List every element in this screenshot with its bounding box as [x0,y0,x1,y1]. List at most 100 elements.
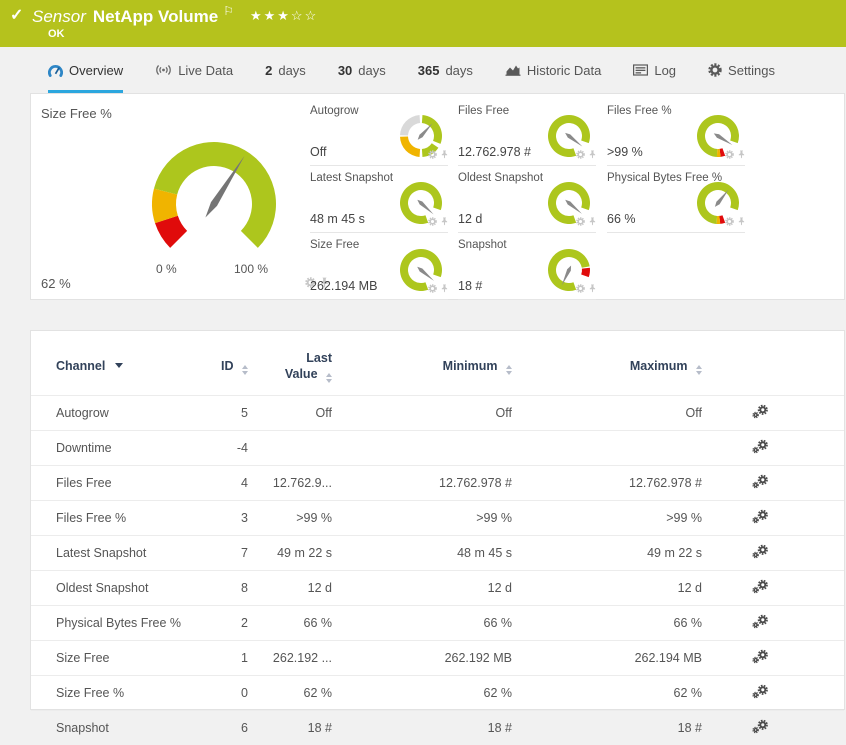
channel-last-value: 12 d [248,569,332,606]
channel-row-files-free[interactable]: Files Free 4 12.762.9... 12.762.978 #12.762… [31,464,844,501]
channel-name[interactable]: Files Free % [31,499,196,536]
channel-maximum: 12 d [512,569,702,606]
pin-icon[interactable] [441,146,448,164]
gauge-label: Files Free % [607,105,672,117]
sort-icon[interactable] [506,364,512,375]
tab-bar: Overview Live Data 2 days 30 days 365 days Histo… [0,47,846,93]
pin-icon[interactable] [738,146,745,164]
gauge-label: Oldest Snapshot [458,172,544,184]
channel-name[interactable]: Size Free % [31,674,196,711]
tab-historic-data[interactable]: Historic Data [505,47,601,93]
channel-settings-icon[interactable] [752,509,769,524]
channel-row-files-free[interactable]: Files Free % 3 >99 % >99 % >99 % [31,499,844,536]
tab-30-days[interactable]: 30 days [338,47,386,93]
column-header-id[interactable]: ID [196,345,248,395]
channel-name[interactable]: Snapshot [31,709,196,745]
gauge-needle [714,189,729,207]
tab-2-days[interactable]: 2 days [265,47,306,93]
pin-icon[interactable] [441,280,448,298]
column-header-minimum[interactable]: Minimum [332,345,512,395]
star-rating[interactable]: ★★★☆☆ [250,8,318,23]
gauge-value: 18 # [458,279,483,293]
channel-minimum: 262.192 MB [332,639,512,676]
pin-icon[interactable] [589,280,596,298]
gauge-label: Snapshot [458,239,507,251]
channel-row-size-free[interactable]: Size Free % 0 62 % 62 % 62 % [31,674,844,711]
channel-name[interactable]: Oldest Snapshot [31,569,196,606]
settings-gear-icon[interactable] [428,146,437,164]
channel-id: 6 [196,709,248,745]
channel-settings-icon[interactable] [752,649,769,664]
gauge-tile-size-free[interactable]: Size Free 262.194 MB [310,239,448,300]
channel-settings-icon[interactable] [752,404,769,419]
channel-minimum: 66 % [332,604,512,641]
gauge-tile-latest-snapshot[interactable]: Latest Snapshot 48 m 45 s [310,172,448,233]
tab-live-data[interactable]: Live Data [155,47,233,93]
channel-name[interactable]: Downtime [31,429,196,466]
pin-icon[interactable] [441,213,448,231]
channel-last-value: 262.192 ... [248,639,332,676]
channel-maximum: 66 % [512,604,702,641]
tab-settings[interactable]: Settings [708,47,775,93]
settings-gear-icon[interactable] [576,280,585,298]
channel-settings-icon[interactable] [752,544,769,559]
channel-row-size-free[interactable]: Size Free 1 262.192 ... 262.192 MB 262.194 M… [31,639,844,676]
sensor-title: NetApp Volume [92,7,219,26]
channel-minimum: 12 d [332,569,512,606]
main-gauge-section: Size Free % 0 % 100 % 62 % [31,94,328,299]
tab-log[interactable]: Log [633,47,676,93]
channel-maximum: >99 % [512,499,702,536]
channel-settings-icon[interactable] [752,474,769,489]
channel-id: 8 [196,569,248,606]
channel-id: 2 [196,604,248,641]
gauge-tile-oldest-snapshot[interactable]: Oldest Snapshot 12 d [458,172,596,233]
settings-gear-icon[interactable] [725,146,734,164]
channel-settings-icon[interactable] [752,579,769,594]
channel-settings-icon[interactable] [752,439,769,454]
settings-gear-icon[interactable] [576,213,585,231]
channel-row-physical-bytes-free[interactable]: Physical Bytes Free % 2 66 % 66 % 66 % [31,604,844,641]
pin-icon[interactable] [589,146,596,164]
tab-365-days[interactable]: 365 days [418,47,473,93]
column-header-maximum[interactable]: Maximum [512,345,702,395]
settings-gear-icon[interactable] [428,280,437,298]
channel-row-autogrow[interactable]: Autogrow 5 Off Off Off [31,394,844,431]
channel-settings-icon[interactable] [752,684,769,699]
channel-row-oldest-snapshot[interactable]: Oldest Snapshot 8 12 d 12 d 12 d [31,569,844,606]
sensor-header: ✓ Sensor NetApp Volume ⚐ ★★★☆☆ OK [0,0,846,47]
chart-icon [505,64,521,76]
channel-row-downtime[interactable]: Downtime -4 [31,429,844,466]
gauge-tile-autogrow[interactable]: Autogrow Off [310,105,448,166]
channel-maximum: 49 m 22 s [512,534,702,571]
pin-icon[interactable] [738,213,745,231]
gauge-tile-files-free[interactable]: Files Free % >99 % [607,105,745,166]
sort-icon[interactable] [696,364,702,375]
gauge-tile-snapshot[interactable]: Snapshot 18 # [458,239,596,300]
tab-overview[interactable]: Overview [48,47,124,93]
channel-row-latest-snapshot[interactable]: Latest Snapshot 7 49 m 22 s 48 m 45 s 49 m 2… [31,534,844,571]
sort-icon[interactable] [242,364,248,375]
channel-name[interactable]: Physical Bytes Free % [31,604,196,641]
channel-id: 7 [196,534,248,571]
channel-name[interactable]: Size Free [31,639,196,676]
gauge-tile-physical-bytes-free[interactable]: Physical Bytes Free % 66 % [607,172,745,233]
channel-name[interactable]: Files Free [31,464,196,501]
column-header-last-value[interactable]: Last Value [248,345,332,395]
pin-icon[interactable] [589,213,596,231]
channel-row-snapshot[interactable]: Snapshot 6 18 #18 #18 # [31,709,844,745]
gauge-needle [561,265,572,286]
channel-id: -4 [196,429,248,466]
channel-name[interactable]: Latest Snapshot [31,534,196,571]
column-header-channel[interactable]: Channel [31,345,196,395]
sort-icon[interactable] [326,372,332,383]
settings-gear-icon[interactable] [725,213,734,231]
gauge-value: 66 % [607,212,636,226]
settings-gear-icon[interactable] [576,146,585,164]
channel-name[interactable]: Autogrow [31,394,196,431]
gauge-tile-files-free[interactable]: Files Free 12.762.978 # [458,105,596,166]
flag-icon[interactable]: ⚐ [223,4,234,18]
channel-settings-icon[interactable] [752,614,769,629]
channel-last-value [248,429,332,466]
settings-gear-icon[interactable] [428,213,437,231]
channel-settings-icon[interactable] [752,719,769,734]
